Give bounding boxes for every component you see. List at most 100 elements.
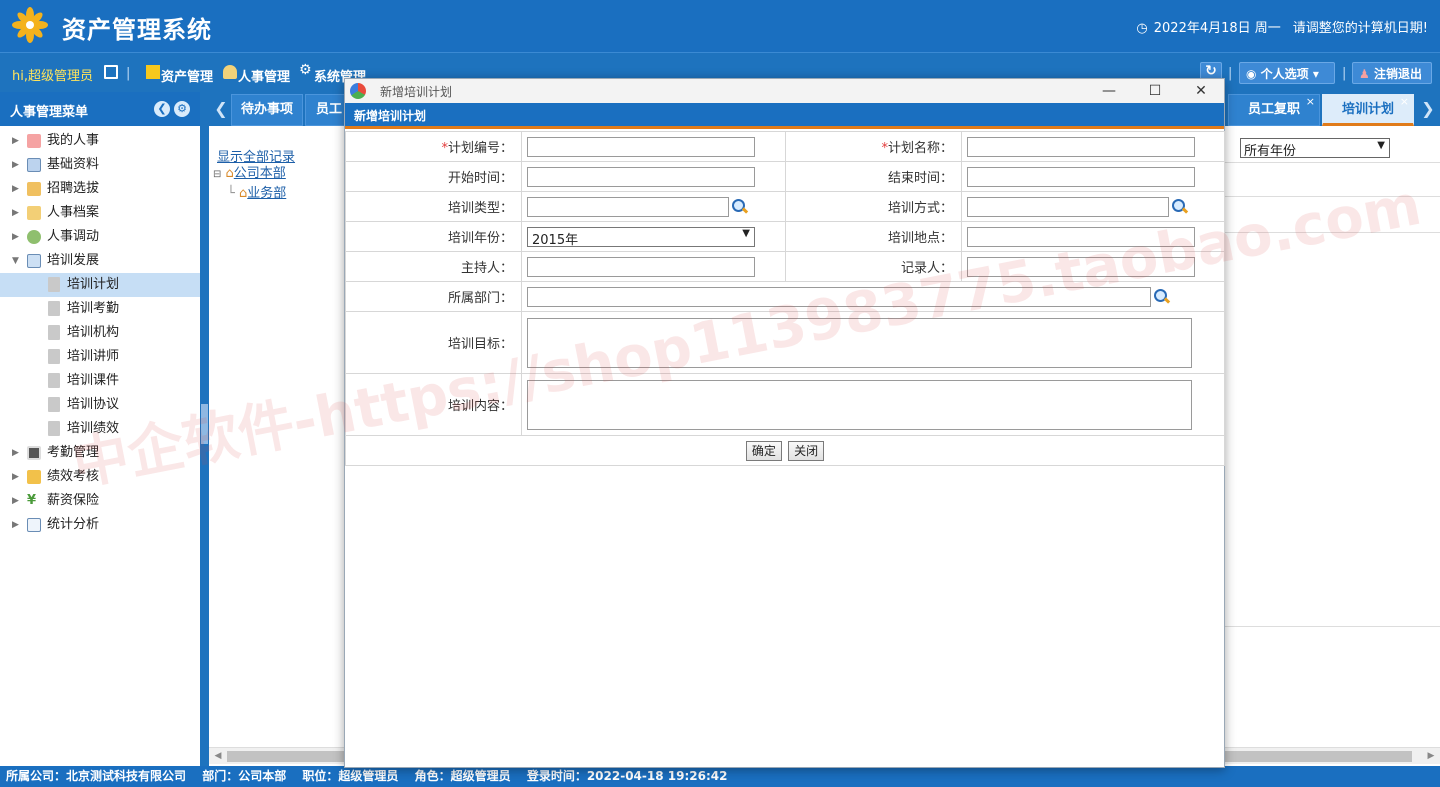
expand-arrow-icon[interactable]: ▶	[12, 465, 19, 489]
close-tab-icon[interactable]: ×	[1400, 87, 1409, 117]
year-filter-value: 所有年份	[1244, 144, 1297, 159]
end-time-input[interactable]	[967, 166, 1195, 187]
sidebar: 人事管理菜单 ❮ ⚙ ▶ 我的人事 ▶ 基础资料 ▶ 招聘选拔 ▶ 人事档案 ▶ 人事调动 …	[0, 92, 200, 766]
confirm-button[interactable]: 确定	[745, 440, 782, 461]
expand-arrow-icon[interactable]: ▶	[12, 129, 19, 153]
expand-arrow-icon[interactable]: ▶	[12, 153, 19, 177]
org-root-link[interactable]: 公司本部	[234, 166, 286, 181]
collapse-arrow-icon[interactable]: ▼	[12, 249, 19, 273]
org-node-child[interactable]: └ ⌂业务部	[213, 184, 286, 204]
sidebar-item-performance[interactable]: ▶ 绩效考核	[0, 465, 200, 489]
add-training-plan-dialog: 新增培训计划 — ☐ ✕ 新增培训计划 *计划编号： *计划名称： 开始时间： …	[344, 78, 1225, 768]
tab-training-plan[interactable]: 培训计划 ×	[1322, 94, 1414, 126]
close-tab-icon[interactable]: ×	[1306, 87, 1315, 117]
maximize-icon[interactable]: ☐	[1132, 79, 1178, 103]
tab-employee-reinstatement[interactable]: 员工复职 ×	[1228, 94, 1320, 126]
goal-textarea[interactable]	[527, 317, 1192, 368]
tab-label: 培训计划	[1341, 102, 1394, 117]
training-year-select[interactable]: 2015年 ▼	[527, 226, 755, 248]
sidebar-item-training-agreement[interactable]: 培训协议	[0, 393, 200, 417]
sidebar-item-attendance[interactable]: ▶ 考勤管理	[0, 441, 200, 465]
sidebar-item-training-lecturer[interactable]: 培训讲师	[0, 345, 200, 369]
start-time-input[interactable]	[527, 166, 755, 187]
sidebar-item-training-performance[interactable]: 培训绩效	[0, 417, 200, 441]
minimize-icon[interactable]: —	[1086, 79, 1132, 103]
settings-icon[interactable]: ⚙	[174, 101, 190, 117]
show-all-records-link[interactable]: 显示全部记录	[217, 146, 295, 165]
search-icon[interactable]	[1171, 198, 1189, 216]
sidebar-item-hr-archives[interactable]: ▶ 人事档案	[0, 201, 200, 225]
sidebar-item-my-hr[interactable]: ▶ 我的人事	[0, 129, 200, 153]
tab-scroll-right-icon[interactable]: ❯	[1418, 92, 1438, 126]
training-type-input[interactable]	[527, 196, 729, 217]
notebook-icon[interactable]	[104, 65, 118, 79]
scroll-left-icon[interactable]: ◀	[211, 749, 225, 763]
training-method-label: 培训方式：	[785, 191, 962, 222]
tab-scroll-left-icon[interactable]: ❮	[211, 92, 231, 126]
expand-arrow-icon[interactable]: ▶	[12, 489, 19, 513]
menu-asset-management[interactable]: 资产管理	[161, 66, 213, 85]
user-icon: ♟	[1359, 67, 1370, 81]
sidebar-item-salary[interactable]: ▶ ¥ 薪资保险	[0, 489, 200, 513]
expand-arrow-icon[interactable]: ▶	[12, 513, 19, 537]
sidebar-item-training-institution[interactable]: 培训机构	[0, 321, 200, 345]
document-icon	[48, 421, 60, 436]
personal-options-button[interactable]: ◉ 个人选项 ▾	[1239, 62, 1335, 84]
sidebar-item-label: 培训讲师	[67, 349, 120, 364]
host-input[interactable]	[527, 256, 755, 277]
grid-line	[1224, 162, 1440, 163]
plan-name-input[interactable]	[967, 136, 1195, 157]
content-label: 培训内容：	[345, 373, 522, 436]
training-place-input[interactable]	[967, 226, 1195, 247]
expand-arrow-icon[interactable]: ▶	[12, 225, 19, 249]
tab-label: 员工	[316, 102, 343, 117]
toolbar-divider: |	[126, 66, 131, 81]
org-child-link[interactable]: 业务部	[247, 186, 286, 201]
sidebar-item-training-plan[interactable]: 培训计划	[0, 273, 200, 297]
close-icon[interactable]: ✕	[1178, 79, 1224, 103]
clock-icon: ◷	[1136, 21, 1148, 36]
scroll-right-icon[interactable]: ▶	[1424, 749, 1438, 763]
collapse-icon[interactable]: ❮	[154, 101, 170, 117]
collapse-icon[interactable]: ⊟	[213, 169, 221, 180]
training-method-input[interactable]	[967, 196, 1169, 217]
search-icon[interactable]	[731, 198, 749, 216]
yuan-icon: ¥	[27, 493, 37, 508]
sidebar-item-transfer[interactable]: ▶ 人事调动	[0, 225, 200, 249]
training-year-value: 2015年	[532, 232, 579, 248]
document-icon	[48, 349, 60, 364]
sidebar-item-label: 招聘选拔	[47, 181, 100, 196]
date-area: ◷ 2022年4月18日 周一 请调整您的计算机日期!	[1130, 17, 1428, 36]
close-button[interactable]: 关闭	[788, 440, 825, 461]
personal-options-label: 个人选项	[1260, 67, 1309, 81]
sidebar-item-training-courseware[interactable]: 培训课件	[0, 369, 200, 393]
sidebar-item-statistics[interactable]: ▶ 统计分析	[0, 513, 200, 537]
training-type-label: 培训类型：	[345, 191, 522, 222]
sidebar-item-training[interactable]: ▼ 培训发展	[0, 249, 200, 273]
content-textarea[interactable]	[527, 379, 1192, 430]
plan-no-label: *计划编号：	[345, 131, 522, 162]
sidebar-item-training-attendance[interactable]: 培训考勤	[0, 297, 200, 321]
dialog-titlebar[interactable]: 新增培训计划 — ☐ ✕	[345, 79, 1224, 103]
chevron-down-icon: ▾	[1312, 67, 1319, 81]
sidebar-item-recruitment[interactable]: ▶ 招聘选拔	[0, 177, 200, 201]
dialog-form: *计划编号： *计划名称： 开始时间： 结束时间： 培训类型： 培训方式： 培训…	[345, 131, 1225, 466]
sidebar-item-basic-data[interactable]: ▶ 基础资料	[0, 153, 200, 177]
expand-arrow-icon[interactable]: ▶	[12, 177, 19, 201]
sidebar-item-label: 培训发展	[47, 253, 100, 268]
panel-splitter[interactable]	[200, 92, 209, 766]
sidebar-item-label: 薪资保险	[47, 493, 100, 508]
recorder-input[interactable]	[967, 256, 1195, 277]
department-input[interactable]	[527, 286, 1151, 307]
org-tree: ⊟ ⌂公司本部 └ ⌂业务部	[213, 164, 286, 204]
year-filter-select[interactable]: 所有年份 ▼	[1240, 138, 1390, 159]
expand-arrow-icon[interactable]: ▶	[12, 201, 19, 225]
expand-arrow-icon[interactable]: ▶	[12, 441, 19, 465]
org-node-root[interactable]: ⊟ ⌂公司本部	[213, 164, 286, 184]
splitter-handle[interactable]	[201, 404, 208, 444]
logout-button[interactable]: ♟ 注销退出	[1352, 62, 1432, 84]
plan-no-input[interactable]	[527, 136, 755, 157]
search-icon[interactable]	[1153, 288, 1171, 306]
tab-todo[interactable]: 待办事项	[231, 94, 303, 126]
menu-hr-management[interactable]: 人事管理	[238, 66, 290, 85]
